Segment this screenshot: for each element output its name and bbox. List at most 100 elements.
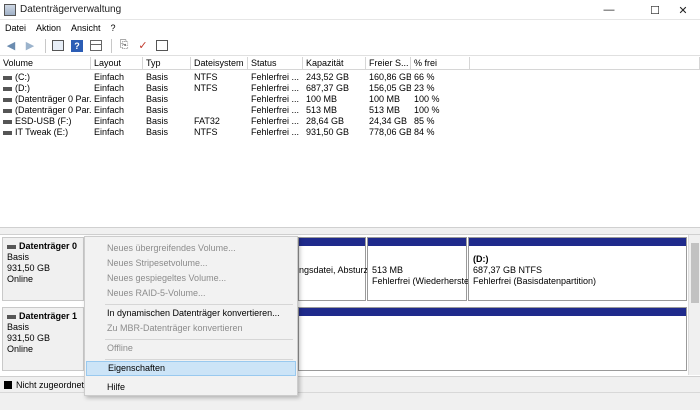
header-layout[interactable]: Layout <box>91 57 143 70</box>
menu-help[interactable]: ? <box>106 23 121 33</box>
disk-icon <box>7 244 16 249</box>
table-row[interactable]: (Datenträger 0 Par... Einfach Basis Fehl… <box>0 94 700 105</box>
volume-cell: (Datenträger 0 Par... <box>0 94 91 105</box>
menu-separator <box>105 304 293 305</box>
kapazitaet-cell: 687,37 GB <box>306 83 350 93</box>
vertical-scrollbar[interactable] <box>688 235 700 375</box>
window-title: Datenträgerverwaltung <box>20 4 122 15</box>
grid-view-icon[interactable] <box>88 38 104 54</box>
menu-convert-mbr[interactable]: Zu MBR-Datenträger konvertieren <box>86 321 296 336</box>
help-icon[interactable]: ? <box>69 38 85 54</box>
layout-cell: Einfach <box>94 105 125 115</box>
freier-speicher-cell: 513 MB <box>369 105 401 115</box>
table-row[interactable]: (C:) Einfach Basis NTFS Fehlerfrei ... 2… <box>0 72 700 83</box>
close-button[interactable]: ✕ <box>666 0 700 20</box>
checklist-icon[interactable]: ✓ <box>135 38 151 54</box>
typ-cell: Basis <box>146 116 169 126</box>
kapazitaet-cell: 28,64 GB <box>306 116 345 126</box>
menu-new-mirrored-volume[interactable]: Neues gespiegeltes Volume... <box>86 271 296 286</box>
disk-1-type: Basis <box>7 322 30 332</box>
layout-cell: Einfach <box>94 94 125 104</box>
menu-convert-dynamic[interactable]: In dynamischen Datenträger konvertieren.… <box>86 306 296 321</box>
prozent-frei-cell: 85 % <box>414 116 435 126</box>
header-volume[interactable]: Volume <box>0 57 91 70</box>
volume-cell: ESD-USB (F:) <box>0 116 91 127</box>
volume-icon <box>3 75 12 80</box>
disk-icon <box>7 314 16 319</box>
kapazitaet-cell: 243,52 GB <box>306 72 350 82</box>
scrollbar-thumb[interactable] <box>691 243 699 303</box>
menu-offline[interactable]: Offline <box>86 341 296 356</box>
volume-icon <box>3 119 12 124</box>
menu-aktion[interactable]: Aktion <box>31 23 66 33</box>
kapazitaet-cell: 100 MB <box>306 94 338 104</box>
header-filler <box>470 57 700 70</box>
forward-arrow-icon[interactable]: ▶ <box>22 38 38 54</box>
menu-new-spanned-volume[interactable]: Neues übergreifendes Volume... <box>86 241 296 256</box>
partition-d-drive[interactable]: (D:) 687,37 GB NTFS Fehlerfrei (Basisdat… <box>468 237 687 301</box>
disk-0-label[interactable]: Datenträger 0 Basis 931,50 GB Online <box>2 237 84 301</box>
volume-icon <box>3 97 12 102</box>
volume-icon <box>3 108 12 113</box>
table-row[interactable]: (D:) Einfach Basis NTFS Fehlerfrei ... 6… <box>0 83 700 94</box>
menu-bar: Datei Aktion Ansicht ? <box>0 20 700 36</box>
table-row[interactable]: ESD-USB (F:) Einfach Basis FAT32 Fehlerf… <box>0 116 700 127</box>
menu-hilfe[interactable]: Hilfe <box>86 380 296 395</box>
volume-name: (Datenträger 0 Par... <box>15 105 91 115</box>
header-freier-speicher[interactable]: Freier S... <box>366 57 411 70</box>
menu-eigenschaften[interactable]: Eigenschaften <box>86 361 296 376</box>
prozent-frei-cell: 100 % <box>414 94 440 104</box>
unallocated-swatch <box>4 380 12 389</box>
partition-disk0-2[interactable]: 513 MB Fehlerfrei (Wiederherstel <box>367 237 471 301</box>
disk-0-size: 931,50 GB <box>7 263 51 273</box>
menu-separator <box>105 359 293 360</box>
disk-1-label[interactable]: Datenträger 1 Basis 931,50 GB Online <box>2 307 84 371</box>
properties-icon[interactable] <box>154 38 170 54</box>
partition-bar <box>299 308 686 316</box>
toolbar-separator <box>111 38 112 53</box>
freier-speicher-cell: 24,34 GB <box>369 116 408 126</box>
menu-new-striped-volume[interactable]: Neues Stripesetvolume... <box>86 256 296 271</box>
dateisystem-cell <box>191 105 248 116</box>
back-arrow-icon[interactable]: ◀ <box>3 38 19 54</box>
header-status[interactable]: Status <box>248 57 303 70</box>
dateisystem-cell <box>191 94 248 105</box>
table-row[interactable]: IT Tweak (E:) Einfach Basis NTFS Fehlerf… <box>0 127 700 138</box>
volume-name: IT Tweak (E:) <box>15 127 69 137</box>
title-bar: Datenträgerverwaltung — ☐ ✕ <box>0 0 700 20</box>
disk-1-state: Online <box>7 344 34 354</box>
status-cell: Fehlerfrei ... <box>251 127 300 137</box>
status-cell: Fehlerfrei ... <box>251 83 300 93</box>
menu-new-raid5-volume[interactable]: Neues RAID-5-Volume... <box>86 286 296 301</box>
dateisystem-cell: NTFS <box>194 83 218 93</box>
header-typ[interactable]: Typ <box>143 57 191 70</box>
volume-name: (C:) <box>15 72 30 82</box>
table-row[interactable]: (Datenträger 0 Par... Einfach Basis Fehl… <box>0 105 700 116</box>
menu-datei[interactable]: Datei <box>0 23 31 33</box>
disk-1-title: Datenträger 1 <box>7 311 79 322</box>
partition-disk1[interactable] <box>298 307 687 371</box>
dateisystem-cell: FAT32 <box>194 116 220 126</box>
volume-name: (Datenträger 0 Par... <box>15 94 91 104</box>
disk-list-icon[interactable] <box>50 38 66 54</box>
connect-icon[interactable]: ⎘ <box>116 38 132 54</box>
header-prozent-frei[interactable]: % frei <box>411 57 470 70</box>
volume-cell: (C:) <box>0 72 91 83</box>
status-cell: Fehlerfrei ... <box>251 94 300 104</box>
disk-0-type: Basis <box>7 252 30 262</box>
partition-disk0-1[interactable]: ngsdatei, Absturz <box>298 237 369 301</box>
minimize-button[interactable]: — <box>592 0 626 20</box>
header-dateisystem[interactable]: Dateisystem <box>191 57 248 70</box>
partition-status: ngsdatei, Absturz <box>299 265 369 275</box>
context-menu: Neues übergreifendes Volume... Neues Str… <box>84 236 298 396</box>
menu-ansicht[interactable]: Ansicht <box>66 23 106 33</box>
disk-management-icon <box>4 3 16 16</box>
partition-status: Fehlerfrei (Wiederherstel <box>372 276 472 286</box>
volume-icon <box>3 86 12 91</box>
volume-cell: IT Tweak (E:) <box>0 127 91 138</box>
header-kapazitaet[interactable]: Kapazität <box>303 57 366 70</box>
typ-cell: Basis <box>146 127 169 137</box>
toolbar-separator <box>45 38 46 53</box>
partition-bar <box>469 238 686 246</box>
pane-splitter[interactable] <box>0 227 700 235</box>
